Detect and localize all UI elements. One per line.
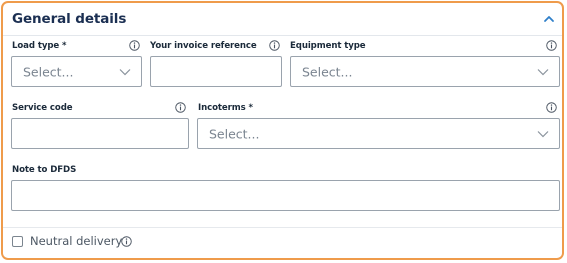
invoice-reference-input[interactable]	[150, 56, 282, 87]
incoterms-label: Incoterms *	[198, 103, 253, 113]
service-code-label: Service code	[12, 103, 73, 113]
incoterms-placeholder: Select...	[209, 126, 260, 141]
chevron-down-icon	[537, 68, 549, 75]
service-code-info-icon[interactable]	[175, 102, 186, 113]
load-type-placeholder: Select...	[23, 64, 74, 79]
incoterms-select[interactable]: Select...	[197, 118, 560, 149]
chevron-up-icon[interactable]	[542, 12, 556, 26]
chevron-down-icon	[119, 68, 131, 75]
service-code-input[interactable]	[11, 118, 189, 149]
general-details-panel: General details Load type * Your invoice…	[1, 1, 564, 260]
load-type-label: Load type *	[12, 41, 67, 51]
invoice-reference-label: Your invoice reference	[150, 41, 257, 51]
neutral-delivery-info-icon[interactable]	[121, 236, 132, 247]
invoice-reference-info-icon[interactable]	[269, 40, 280, 51]
note-to-dfds-label: Note to DFDS	[12, 165, 77, 175]
equipment-type-label: Equipment type	[290, 41, 366, 51]
equipment-type-info-icon[interactable]	[546, 40, 557, 51]
neutral-delivery-checkbox[interactable]	[12, 236, 23, 247]
load-type-select[interactable]: Select...	[11, 56, 142, 87]
incoterms-info-icon[interactable]	[546, 102, 557, 113]
note-to-dfds-input[interactable]	[11, 180, 560, 211]
load-type-info-icon[interactable]	[129, 40, 140, 51]
chevron-down-icon	[537, 130, 549, 137]
footer-divider	[3, 227, 562, 228]
section-title: General details	[12, 11, 127, 27]
equipment-type-select[interactable]: Select...	[290, 56, 560, 87]
panel-header[interactable]: General details	[3, 3, 562, 36]
equipment-type-placeholder: Select...	[302, 64, 353, 79]
neutral-delivery-label[interactable]: Neutral delivery	[30, 234, 122, 248]
